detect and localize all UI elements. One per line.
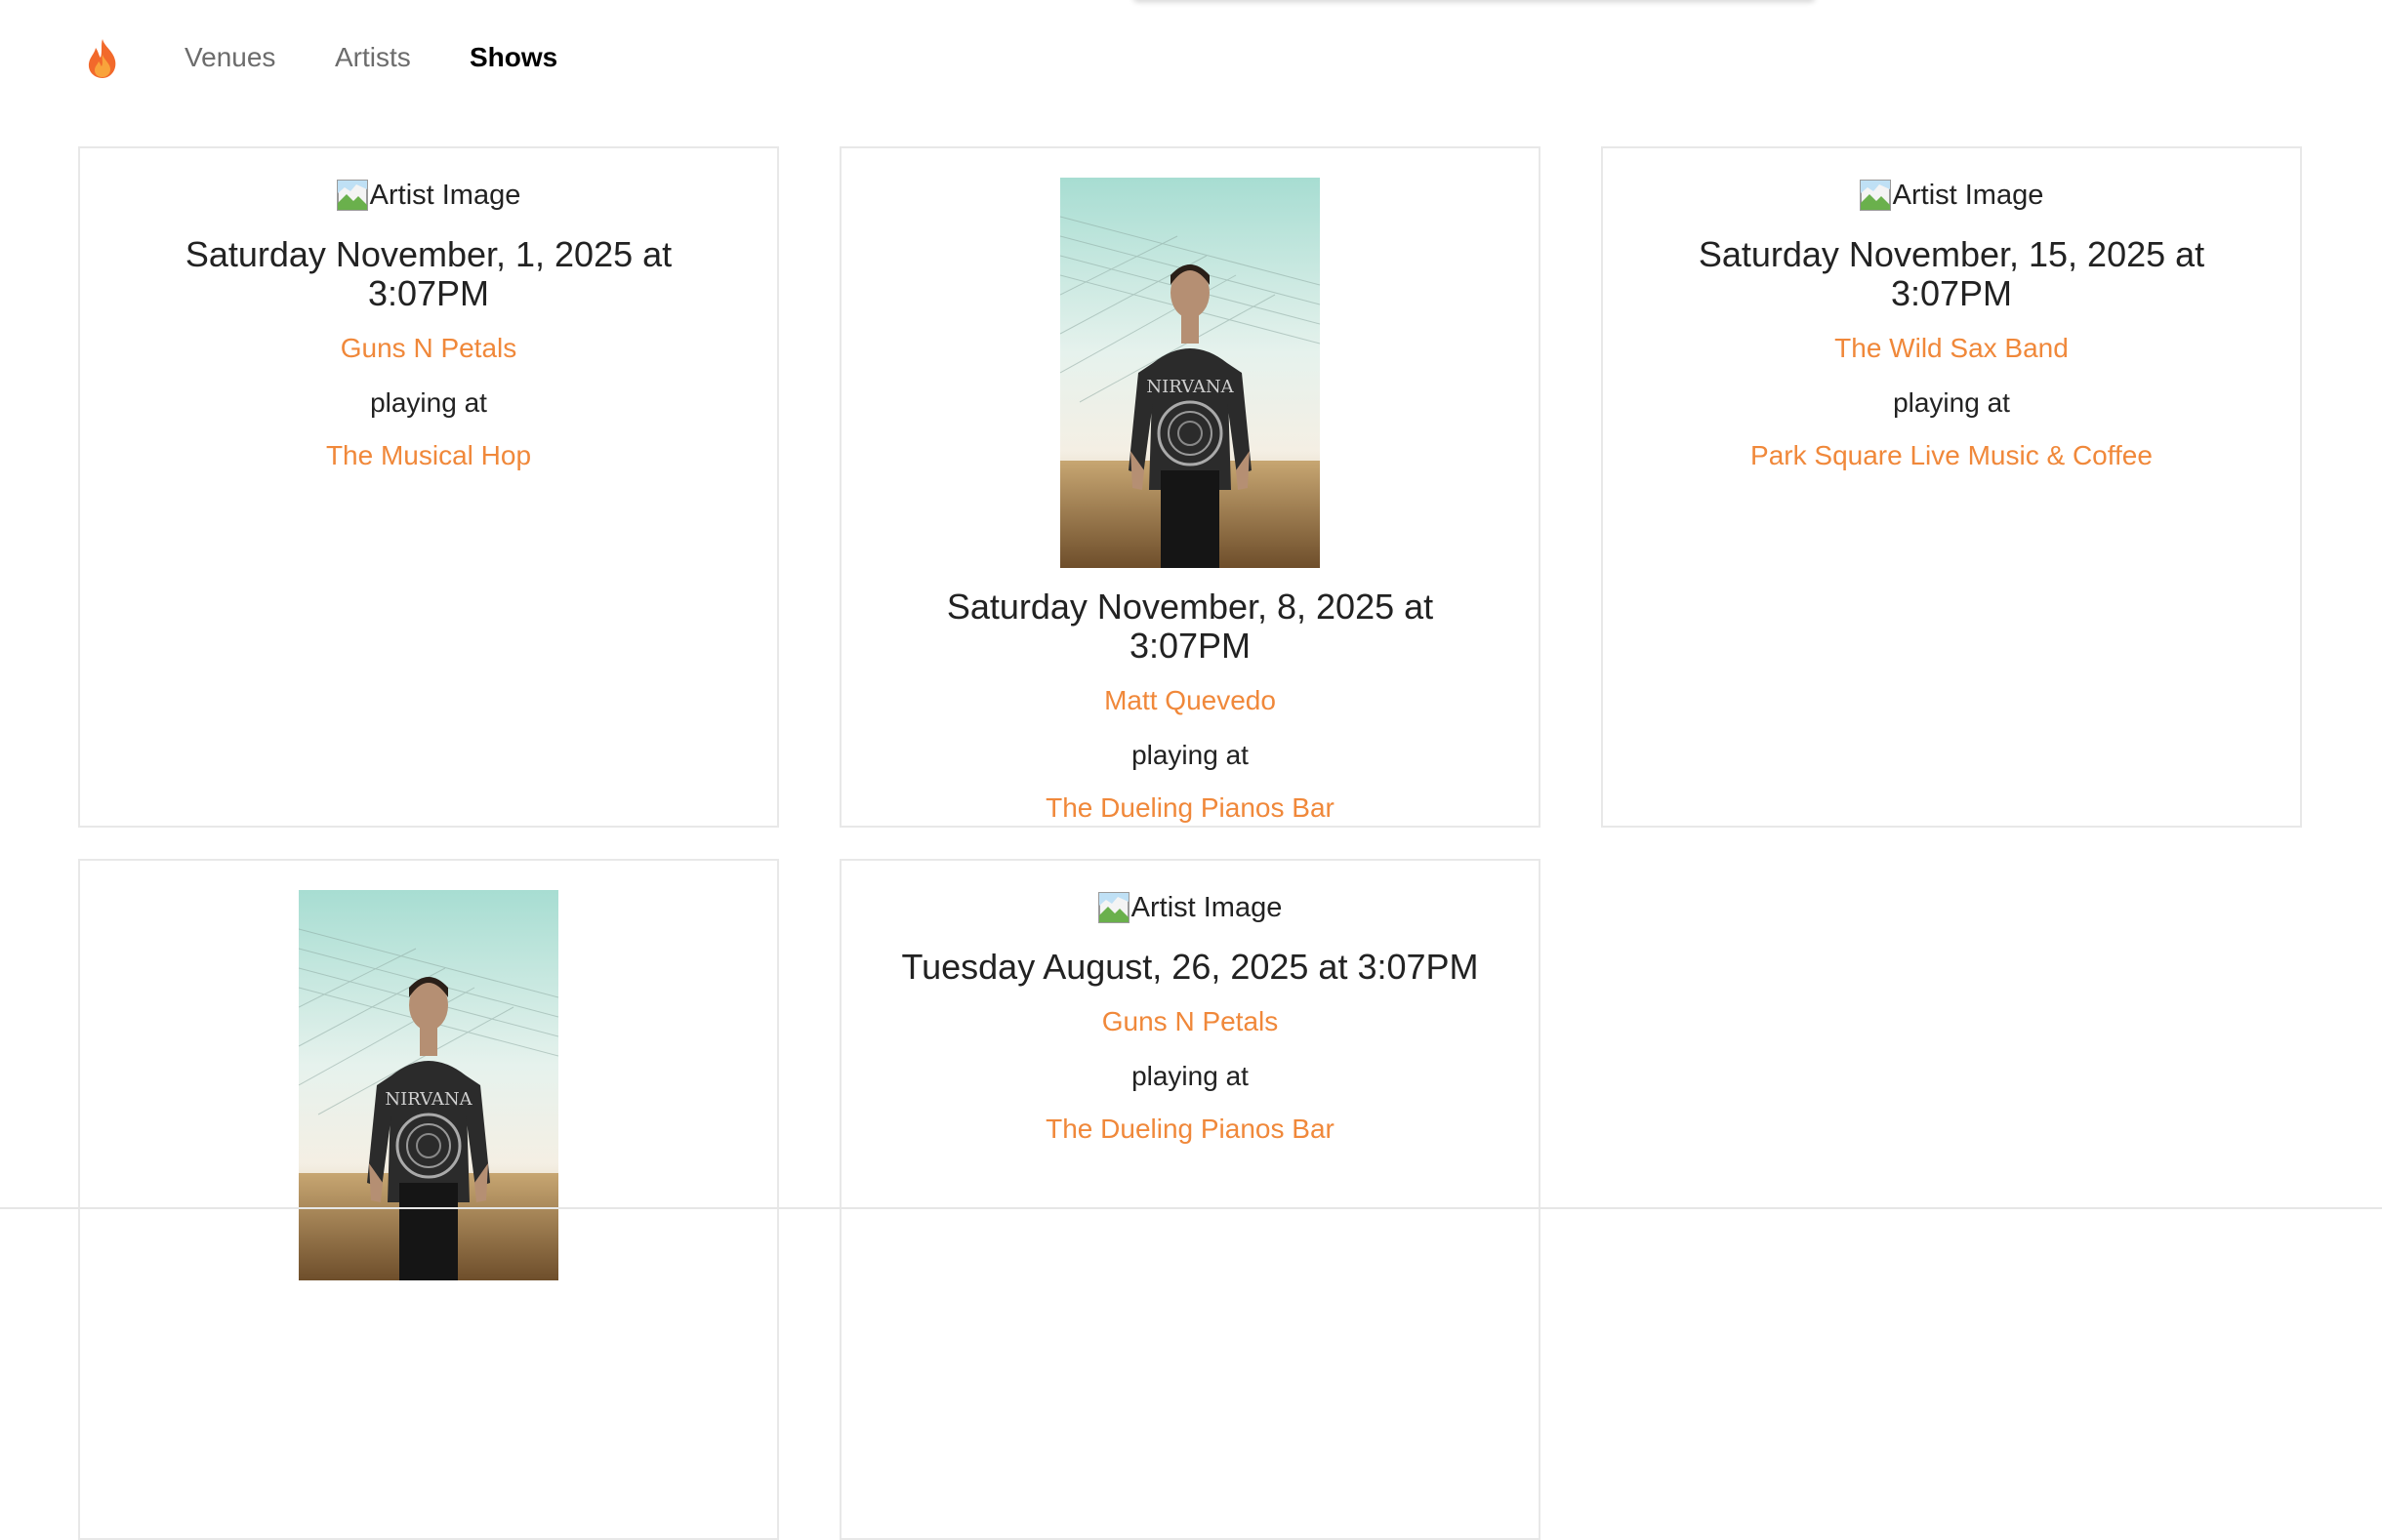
svg-text:NIRVANA: NIRVANA bbox=[1146, 377, 1234, 397]
nav-link-venues[interactable]: Venues bbox=[185, 39, 275, 76]
artist-image: Artist Image bbox=[1097, 890, 1283, 925]
artist-image: Artist Image bbox=[1859, 178, 2044, 213]
artist-image-alt: Artist Image bbox=[1892, 179, 2044, 211]
show-card[interactable]: Artist Image Saturday November, 1, 2025 … bbox=[78, 146, 779, 828]
venue-link[interactable]: The Musical Hop bbox=[80, 438, 777, 473]
top-navbar: Venues Artists Shows bbox=[0, 0, 2382, 117]
artist-image-alt: Artist Image bbox=[369, 179, 521, 211]
show-date: Tuesday August, 26, 2025 at 3:07PM bbox=[901, 947, 1479, 987]
broken-image-icon bbox=[1859, 180, 1891, 211]
venue-link[interactable]: Park Square Live Music & Coffee bbox=[1603, 438, 2300, 473]
artist-link[interactable]: The Wild Sax Band bbox=[1603, 331, 2300, 366]
artist-image-alt: Artist Image bbox=[1130, 891, 1283, 923]
venue-link[interactable]: The Dueling Pianos Bar bbox=[842, 790, 1539, 826]
venue-link[interactable]: The Dueling Pianos Bar bbox=[842, 1112, 1539, 1147]
nav-link-artists[interactable]: Artists bbox=[335, 39, 411, 76]
show-date: Saturday November, 1, 2025 at 3:07PM bbox=[185, 234, 673, 313]
broken-image-icon bbox=[336, 180, 368, 211]
show-date: Saturday November, 15, 2025 at 3:07PM bbox=[1698, 234, 2205, 313]
show-card[interactable]: Artist Image Tuesday August, 26, 2025 at… bbox=[840, 859, 1540, 1540]
playing-at-label: playing at bbox=[1893, 387, 2010, 418]
svg-text:NIRVANA: NIRVANA bbox=[385, 1089, 472, 1110]
show-card[interactable]: Artist Image Saturday November, 15, 2025… bbox=[1601, 146, 2302, 828]
artist-link[interactable]: Guns N Petals bbox=[80, 331, 777, 366]
nav-link-shows[interactable]: Shows bbox=[470, 39, 557, 76]
artist-link[interactable]: Matt Quevedo bbox=[842, 683, 1539, 718]
artist-image: Artist Image bbox=[336, 178, 521, 213]
playing-at-label: playing at bbox=[1131, 740, 1249, 770]
playing-at-label: playing at bbox=[1131, 1061, 1249, 1091]
show-card[interactable]: NIRVANA bbox=[78, 859, 779, 1540]
broken-image-icon bbox=[1097, 892, 1129, 923]
flame-icon[interactable] bbox=[84, 37, 121, 80]
show-card[interactable]: NIRVANA Saturday November, 8, 2025 at 3:… bbox=[840, 146, 1540, 828]
show-date: Saturday November, 8, 2025 at 3:07PM bbox=[946, 587, 1434, 666]
artist-photo: NIRVANA bbox=[299, 890, 558, 1280]
playing-at-label: playing at bbox=[370, 387, 487, 418]
artist-link[interactable]: Guns N Petals bbox=[842, 1004, 1539, 1039]
artist-photo: NIRVANA bbox=[1060, 178, 1320, 568]
